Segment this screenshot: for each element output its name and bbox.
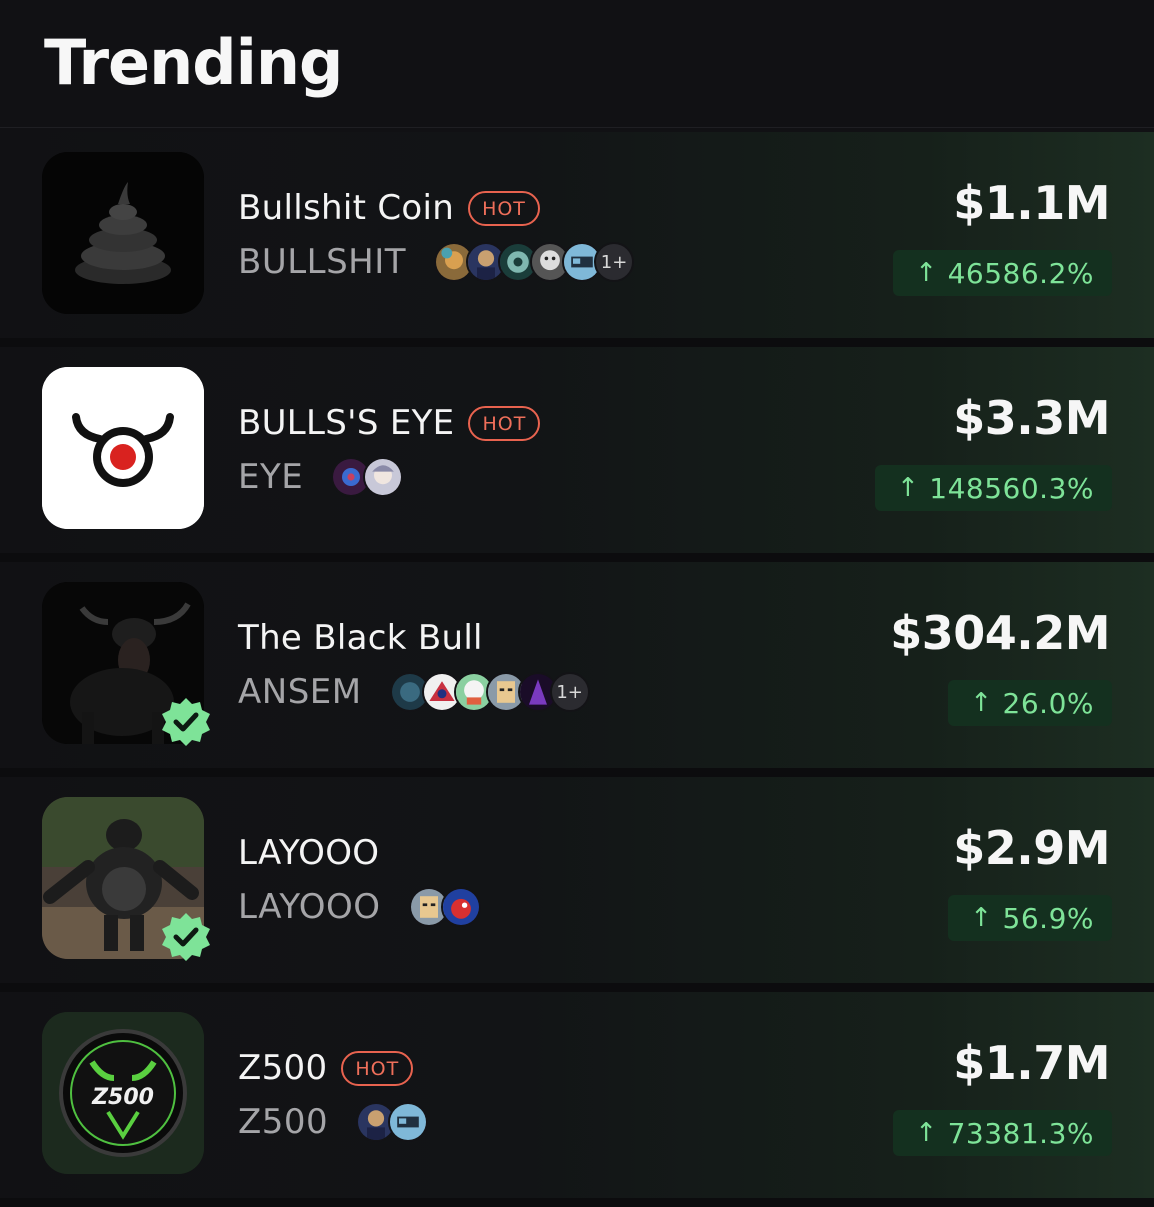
market-cap: $304.2M — [890, 606, 1110, 660]
token-name: BULLS'S EYE — [238, 403, 455, 443]
token-name: The Black Bull — [238, 618, 483, 658]
price-change-value: 148560.3% — [929, 471, 1094, 505]
market-cap: $3.3M — [953, 391, 1110, 445]
price-change-value: 56.9% — [1002, 901, 1094, 935]
token-row-layooo[interactable]: LAYOOO LAYOOO $2.9M ↑ 56.9% — [0, 777, 1154, 992]
token-ticker: BULLSHIT — [238, 242, 407, 282]
price-change-value: 46586.2% — [947, 256, 1094, 290]
token-ticker: Z500 — [238, 1102, 329, 1142]
price-change-badge: ↑ 56.9% — [948, 895, 1112, 941]
arrow-up-icon: ↑ — [915, 1118, 938, 1148]
bulls-eye-icon — [42, 367, 204, 529]
price-change-badge: ↑ 46586.2% — [893, 250, 1112, 296]
more-holders-count: 1+ — [594, 242, 635, 282]
poop-icon — [42, 152, 204, 314]
holder-avatars — [356, 1102, 429, 1142]
arrow-up-icon: ↑ — [970, 903, 993, 933]
avatar — [388, 1102, 429, 1142]
token-name: LAYOOO — [238, 833, 380, 873]
token-ticker: EYE — [238, 457, 304, 497]
token-row-bulls-eye[interactable]: BULLS'S EYE HOT EYE $3.3M ↑ 148560.3% — [0, 347, 1154, 562]
token-name: Z500 — [238, 1048, 328, 1088]
arrow-up-icon: ↑ — [970, 688, 993, 718]
token-row-black-bull[interactable]: The Black Bull ANSEM 1+ $304.2M ↑ 26.0% — [0, 562, 1154, 777]
avatar — [363, 457, 404, 497]
market-cap: $1.7M — [953, 1036, 1110, 1090]
token-row-bullshit[interactable]: Bullshit Coin HOT BULLSHIT 1+ $1.1M ↑ 46… — [0, 132, 1154, 347]
avatar — [440, 887, 481, 927]
page-header: Trending — [0, 0, 1154, 128]
token-name: Bullshit Coin — [238, 188, 455, 228]
token-row-z500[interactable]: Z500 Z500 HOT Z500 $1.7M ↑ 73381.3% — [0, 992, 1154, 1207]
arrow-up-icon: ↑ — [896, 473, 920, 503]
svg-text:Z500: Z500 — [91, 1085, 154, 1110]
holder-avatars — [331, 457, 404, 497]
token-ticker: ANSEM — [238, 672, 362, 712]
holder-avatars: 1+ — [434, 242, 635, 282]
z500-logo-icon: Z500 — [42, 1012, 204, 1174]
holder-avatars — [408, 887, 481, 927]
price-change-badge: ↑ 26.0% — [948, 680, 1112, 726]
holder-avatars: 1+ — [389, 672, 590, 712]
hot-badge: HOT — [468, 190, 540, 226]
hot-badge: HOT — [341, 1050, 414, 1086]
price-change-badge: ↑ 148560.3% — [874, 465, 1112, 511]
hot-badge: HOT — [468, 405, 541, 441]
market-cap: $2.9M — [953, 821, 1110, 875]
arrow-up-icon: ↑ — [915, 258, 938, 288]
price-change-badge: ↑ 73381.3% — [893, 1110, 1112, 1156]
page-title: Trending — [44, 26, 343, 99]
token-ticker: LAYOOO — [238, 887, 381, 927]
market-cap: $1.1M — [953, 176, 1110, 230]
price-change-value: 26.0% — [1002, 686, 1094, 720]
verified-badge-icon — [160, 911, 212, 963]
more-holders-count: 1+ — [549, 672, 590, 712]
verified-badge-icon — [160, 696, 212, 748]
price-change-value: 73381.3% — [947, 1116, 1094, 1150]
